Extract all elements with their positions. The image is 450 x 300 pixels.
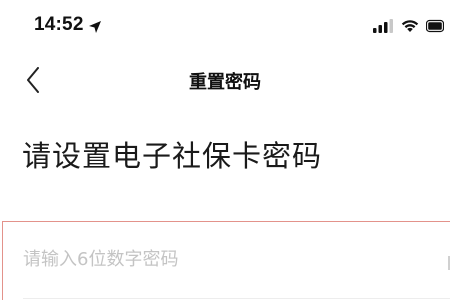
page-title: 重置密码 <box>189 72 261 93</box>
battery-icon <box>425 18 445 37</box>
set-password-heading: 请设置电子社保卡密码 <box>22 139 323 173</box>
status-bar: 14:52 <box>0 0 450 52</box>
location-arrow-icon <box>88 18 102 33</box>
wifi-icon <box>401 18 419 37</box>
reset-password-screen: 14:52 重置密码 请设置电子社保卡密码 <box>0 0 450 300</box>
password-input[interactable] <box>23 242 433 276</box>
status-time-group: 14:52 <box>34 14 102 36</box>
navigation-bar: 重置密码 <box>0 52 450 108</box>
status-time: 14:52 <box>34 14 84 35</box>
input-underline <box>23 298 450 299</box>
status-indicators <box>372 18 445 37</box>
password-field-container <box>2 221 450 300</box>
cellular-signal-icon <box>372 18 394 37</box>
